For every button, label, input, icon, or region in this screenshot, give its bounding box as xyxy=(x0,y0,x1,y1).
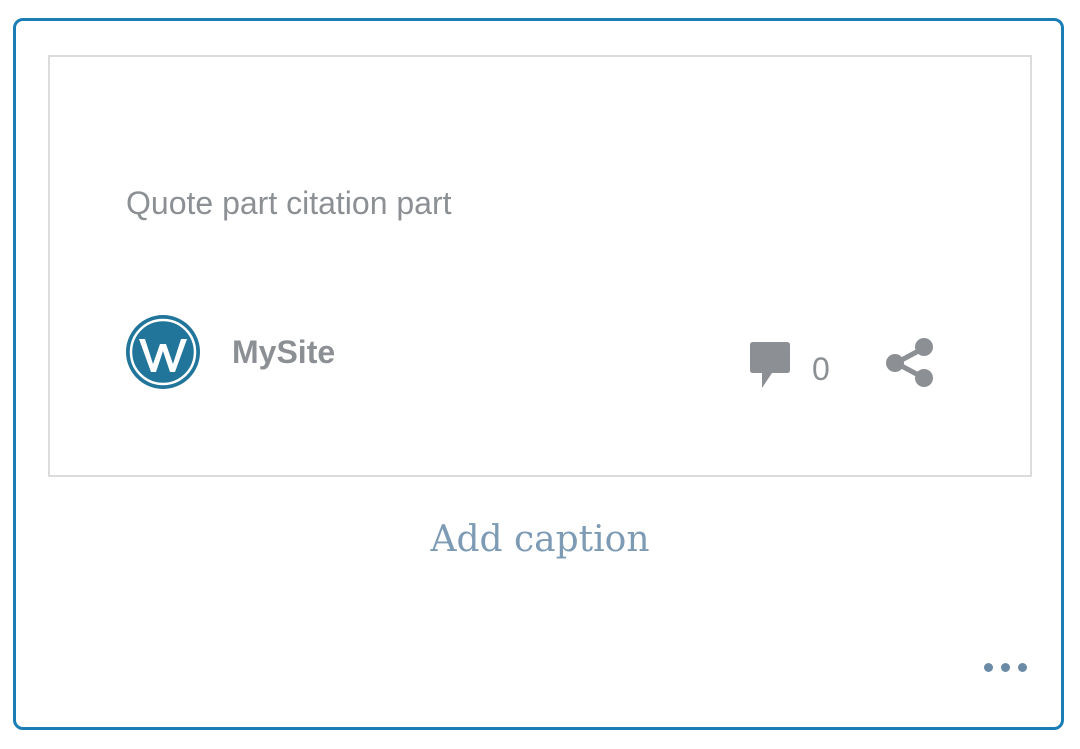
embed-card[interactable] xyxy=(48,55,1032,477)
quote-text: Quote part citation part xyxy=(126,185,452,221)
caption-input[interactable]: Add caption xyxy=(0,518,1080,562)
comment-count: 0 xyxy=(812,351,830,387)
more-horizontal-icon xyxy=(1017,662,1027,672)
more-options-button[interactable] xyxy=(976,652,1034,682)
share-icon[interactable] xyxy=(884,336,938,390)
wordpress-logo-icon xyxy=(126,315,200,389)
more-horizontal-icon xyxy=(1000,662,1010,672)
more-horizontal-icon xyxy=(983,662,993,672)
site-name: MySite xyxy=(232,334,336,370)
comments-button[interactable]: 0 xyxy=(748,338,830,392)
comment-bubble-icon xyxy=(750,342,790,388)
